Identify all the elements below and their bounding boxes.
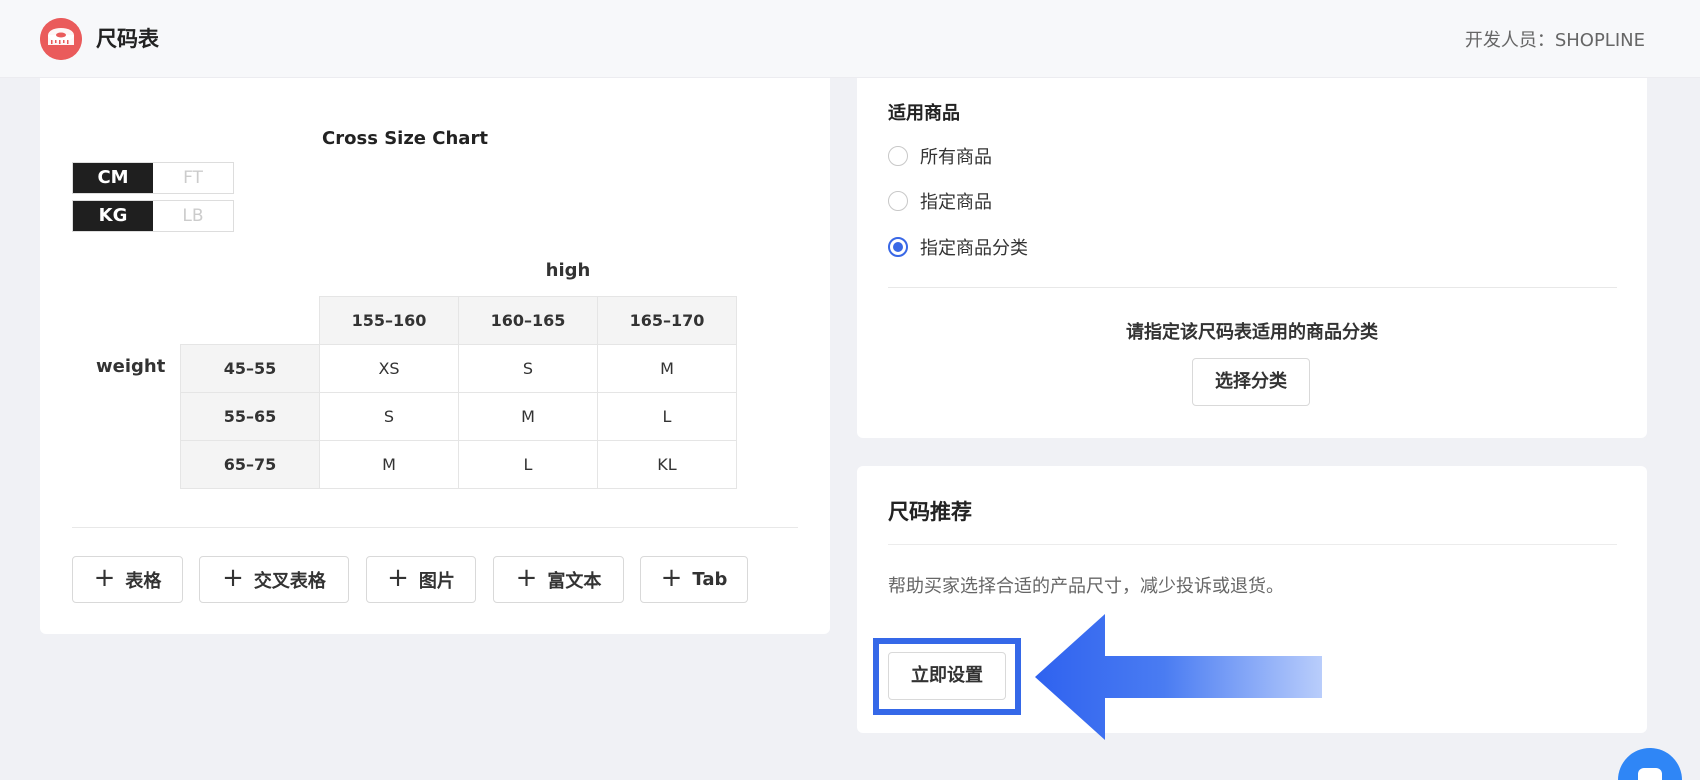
table-cell: XS — [319, 344, 459, 393]
radio-label: 指定商品 — [920, 192, 992, 213]
column-axis-label: high — [545, 260, 591, 281]
radio-specific-products[interactable]: 指定商品 — [888, 188, 992, 214]
unit-ft-option[interactable]: FT — [153, 163, 233, 193]
table-row: 45–55 XS S M — [180, 344, 737, 393]
chart-title: Cross Size Chart — [322, 128, 488, 149]
table-corner — [181, 297, 320, 345]
row-axis-label: weight — [96, 356, 166, 377]
recommendation-description: 帮助买家选择合适的产品尺寸，减少投诉或退货。 — [888, 576, 1284, 597]
add-cross-table-button[interactable]: + 交叉表格 — [199, 556, 349, 603]
plus-icon: + — [387, 563, 409, 593]
plus-icon: + — [515, 563, 538, 593]
table-cell: M — [597, 344, 737, 393]
button-label: 交叉表格 — [253, 570, 326, 592]
unit-kg-option[interactable]: KG — [73, 201, 153, 231]
add-tab-button[interactable]: + Tab — [640, 556, 748, 603]
radio-specific-categories[interactable]: 指定商品分类 — [888, 234, 1028, 260]
table-cell: S — [319, 392, 459, 441]
table-cell: L — [597, 392, 737, 441]
chat-support-icon[interactable] — [1618, 748, 1682, 780]
radio-all-products[interactable]: 所有商品 — [888, 143, 992, 169]
table-header-row: 155–160 160–165 165–170 — [181, 296, 737, 345]
setup-now-button[interactable]: 立即设置 — [888, 652, 1006, 700]
radio-button[interactable] — [888, 146, 908, 166]
cross-size-table: 155–160 160–165 165–170 45–55 XS S M 55–… — [180, 296, 737, 489]
table-cell: S — [458, 344, 598, 393]
size-chart-preview-card: Cross Size Chart CM FT KG LB high weight… — [40, 78, 830, 634]
plus-icon: + — [222, 563, 244, 593]
radio-label: 所有商品 — [920, 147, 992, 168]
radio-button[interactable] — [888, 191, 908, 211]
table-cell: KL — [597, 440, 737, 489]
button-label: 表格 — [125, 570, 162, 592]
plus-icon: + — [93, 563, 116, 593]
row-header: 45–55 — [180, 344, 320, 393]
row-header: 65–75 — [180, 440, 320, 489]
plus-icon: + — [660, 563, 683, 593]
select-category-button[interactable]: 选择分类 — [1192, 358, 1310, 406]
column-header: 160–165 — [458, 296, 598, 345]
table-row: 65–75 M L KL — [180, 440, 737, 489]
app-header: 尺码表 开发人员：SHOPLINE — [0, 0, 1700, 78]
developer-label: 开发人员：SHOPLINE — [1464, 30, 1645, 51]
table-cell: L — [458, 440, 598, 489]
column-header: 155–160 — [319, 296, 459, 345]
button-label: Tab — [692, 569, 728, 590]
add-image-button[interactable]: + 图片 — [366, 556, 476, 603]
add-rich-text-button[interactable]: + 富文本 — [493, 556, 624, 603]
recommendation-title: 尺码推荐 — [888, 500, 972, 524]
weight-unit-toggle[interactable]: KG LB — [72, 200, 234, 232]
tape-measure-logo-icon — [40, 18, 82, 60]
table-row: 55–65 S M L — [180, 392, 737, 441]
column-header: 165–170 — [597, 296, 737, 345]
category-hint: 请指定该尺码表适用的商品分类 — [1126, 322, 1378, 343]
left-arrow-icon — [1035, 614, 1322, 740]
table-cell: M — [458, 392, 598, 441]
button-label: 图片 — [418, 570, 455, 592]
app-title: 尺码表 — [96, 27, 159, 51]
applicable-products-card: 适用商品 所有商品 指定商品 指定商品分类 请指定该尺码表适用的商品分类 选择分… — [857, 78, 1647, 438]
unit-lb-option[interactable]: LB — [153, 201, 233, 231]
divider — [888, 287, 1617, 288]
add-table-button[interactable]: + 表格 — [72, 556, 183, 603]
table-cell: M — [319, 440, 459, 489]
button-label: 富文本 — [547, 570, 602, 592]
radio-button-checked[interactable] — [888, 237, 908, 257]
divider — [72, 527, 798, 528]
length-unit-toggle[interactable]: CM FT — [72, 162, 234, 194]
row-header: 55–65 — [180, 392, 320, 441]
divider — [888, 544, 1617, 545]
applicable-products-label: 适用商品 — [888, 103, 960, 124]
unit-cm-option[interactable]: CM — [73, 163, 153, 193]
radio-label: 指定商品分类 — [920, 238, 1028, 259]
